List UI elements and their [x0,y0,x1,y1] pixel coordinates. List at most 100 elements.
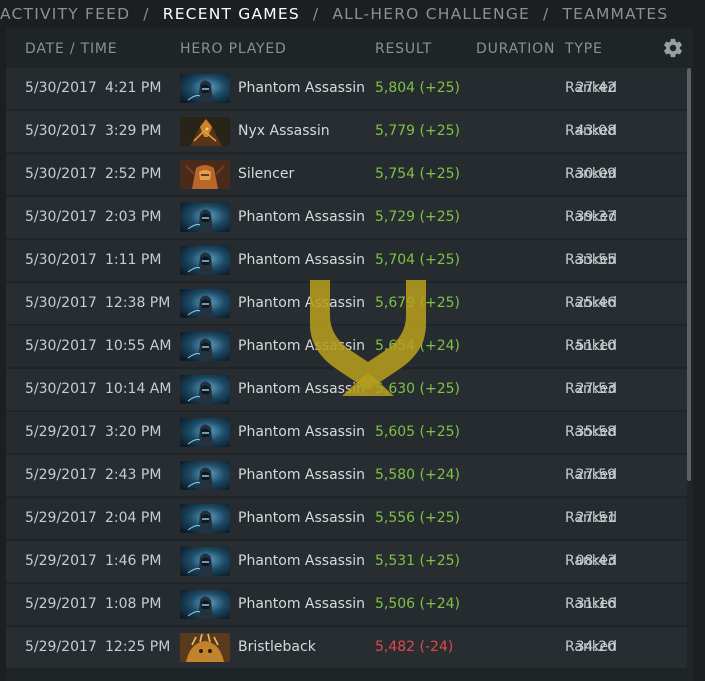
hero-portrait-icon [180,289,230,318]
tab-all-hero-challenge[interactable]: All-Hero Challenge [332,5,530,23]
hero-name: Bristleback [238,639,316,655]
game-result: 5,605 (+25) [375,424,460,440]
game-date: 5/30/2017 [25,338,97,354]
table-row[interactable]: 5/30/2017 1:11 PM Phantom Assassin 5,704 (+… [6,240,687,281]
game-type: Ranked [565,596,617,612]
game-time: 4:21 PM [105,80,162,96]
game-date: 5/29/2017 [25,510,97,526]
game-date: 5/30/2017 [25,381,97,397]
table-row[interactable]: 5/30/2017 2:52 PM Silencer 5,754 (+25) 30:09… [6,154,687,195]
game-list: 5/30/2017 4:21 PM Phantom Assassin 5,804 (+… [6,68,687,670]
game-date: 5/30/2017 [25,252,97,268]
column-header-type[interactable]: TYPE [565,41,603,57]
hero-portrait-icon [180,203,230,232]
hero-portrait-icon [180,461,230,490]
table-row[interactable]: 5/29/2017 3:20 PM Phantom Assassin 5,605 (+… [6,412,687,453]
game-time: 1:08 PM [105,596,162,612]
game-type: Ranked [565,209,617,225]
table-row[interactable]: 5/29/2017 1:08 PM Phantom Assassin 5,506 (+… [6,584,687,625]
game-type: Ranked [565,639,617,655]
table-header: DATE / TIME HERO PLAYED RESULT DURATION … [6,28,693,68]
game-type: Ranked [565,381,617,397]
column-header-date-time[interactable]: DATE / TIME [25,41,117,57]
table-row[interactable]: 5/29/2017 2:43 PM Phantom Assassin 5,580 (+… [6,455,687,496]
hero-portrait-icon [180,332,230,361]
game-time: 2:03 PM [105,209,162,225]
game-date: 5/30/2017 [25,295,97,311]
recent-games-panel: DATE / TIME HERO PLAYED RESULT DURATION … [6,28,693,681]
game-result: 5,531 (+25) [375,553,460,569]
hero-name: Phantom Assassin [238,553,366,569]
game-date: 5/29/2017 [25,596,97,612]
game-time: 1:11 PM [105,252,162,268]
game-time: 2:52 PM [105,166,162,182]
game-type: Ranked [565,510,617,526]
hero-portrait-icon [180,633,230,662]
game-date: 5/29/2017 [25,424,97,440]
tab-separator: / [143,5,150,23]
game-type: Ranked [565,553,617,569]
game-time: 3:20 PM [105,424,162,440]
column-header-duration[interactable]: DURATION [476,41,555,57]
hero-name: Nyx Assassin [238,123,330,139]
tab-activity-feed[interactable]: Activity Feed [0,5,130,23]
table-row[interactable]: 5/29/2017 2:04 PM Phantom Assassin 5,556 (+… [6,498,687,539]
tab-teammates[interactable]: Teammates [562,5,668,23]
table-row[interactable]: 5/30/2017 10:55 AM Phantom Assassin 5,654 (… [6,326,687,367]
game-type: Ranked [565,295,617,311]
table-row[interactable]: 5/30/2017 3:29 PM Nyx Assassin 5,779 (+25) 4… [6,111,687,152]
hero-portrait-icon [180,375,230,404]
column-header-hero[interactable]: HERO PLAYED [180,41,287,57]
hero-portrait-icon [180,160,230,189]
game-time: 10:14 AM [105,381,172,397]
column-header-result[interactable]: RESULT [375,41,432,57]
scrollbar[interactable] [687,68,691,481]
game-time: 12:25 PM [105,639,171,655]
gear-icon[interactable] [662,37,684,59]
game-result: 5,779 (+25) [375,123,460,139]
game-type: Ranked [565,252,617,268]
game-time: 12:38 PM [105,295,171,311]
game-date: 5/29/2017 [25,639,97,655]
game-type: Ranked [565,467,617,483]
table-row[interactable]: 5/29/2017 12:25 PM Bristleback 5,482 (-24) 3… [6,627,687,668]
hero-portrait-icon [180,418,230,447]
hero-name: Phantom Assassin [238,252,366,268]
table-row[interactable]: 5/30/2017 2:03 PM Phantom Assassin 5,729 (+… [6,197,687,238]
game-result: 5,506 (+24) [375,596,460,612]
game-result: 5,704 (+25) [375,252,460,268]
tab-recent-games[interactable]: Recent Games [163,5,300,23]
hero-portrait-icon [180,590,230,619]
hero-name: Phantom Assassin [238,209,366,225]
game-date: 5/29/2017 [25,553,97,569]
game-result: 5,580 (+24) [375,467,460,483]
game-result: 5,804 (+25) [375,80,460,96]
table-row[interactable]: 5/30/2017 10:14 AM Phantom Assassin 5,630 (… [6,369,687,410]
hero-name: Phantom Assassin [238,338,366,354]
table-row[interactable]: 5/29/2017 1:46 PM Phantom Assassin 5,531 (+… [6,541,687,582]
game-result: 5,556 (+25) [375,510,460,526]
game-type: Ranked [565,166,617,182]
table-row[interactable]: 5/30/2017 12:38 PM Phantom Assassin 5,679 (… [6,283,687,324]
hero-portrait-icon [180,547,230,576]
hero-name: Phantom Assassin [238,381,366,397]
tab-separator: / [312,5,320,23]
game-type: Ranked [565,80,617,96]
hero-name: Phantom Assassin [238,80,366,96]
game-time: 3:29 PM [105,123,162,139]
hero-portrait-icon [180,117,230,146]
game-type: Ranked [565,424,617,440]
table-row[interactable]: 5/30/2017 4:21 PM Phantom Assassin 5,804 (+… [6,68,687,109]
hero-name: Phantom Assassin [238,467,366,483]
game-type: Ranked [565,123,617,139]
game-time: 2:43 PM [105,467,162,483]
game-time: 2:04 PM [105,510,162,526]
hero-portrait-icon [180,246,230,275]
game-result: 5,482 (-24) [375,639,454,655]
game-result: 5,754 (+25) [375,166,460,182]
hero-name: Phantom Assassin [238,510,366,526]
game-date: 5/30/2017 [25,166,97,182]
tab-separator: / [543,5,550,23]
hero-name: Phantom Assassin [238,596,366,612]
game-time: 10:55 AM [105,338,172,354]
